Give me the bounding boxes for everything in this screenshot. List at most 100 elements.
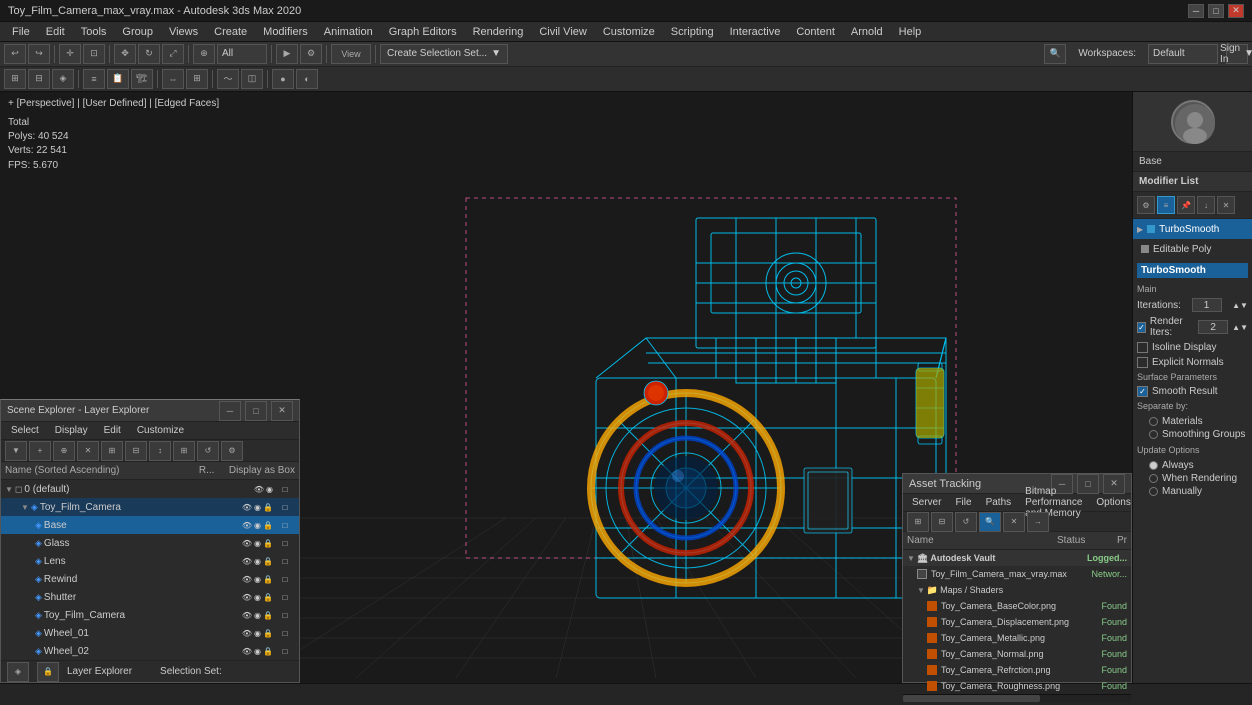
move-button[interactable]: ✥ <box>114 44 136 64</box>
menu-rendering[interactable]: Rendering <box>465 22 532 42</box>
se-collapse-all-btn[interactable]: ⊟ <box>125 441 147 461</box>
se-item-toy-film-camera-mesh[interactable]: ◈ Toy_Film_Camera 👁 ◉ 🔒 □ <box>1 606 299 624</box>
redo-button[interactable]: ↪ <box>28 44 50 64</box>
mod-tool-channel[interactable]: ≡ <box>1157 196 1175 214</box>
at-row-roughness[interactable]: Toy_Camera_Roughness.png Found <box>903 678 1131 694</box>
se-delete-btn[interactable]: ✕ <box>77 441 99 461</box>
maximize-button[interactable]: □ <box>1208 4 1224 18</box>
mod-tool-pin[interactable]: 📌 <box>1177 196 1195 214</box>
select-button[interactable]: ✛ <box>59 44 81 64</box>
at-row-metallic[interactable]: Toy_Camera_Metallic.png Found <box>903 630 1131 646</box>
scene-btn[interactable]: 🏗 <box>131 69 153 89</box>
menu-arnold[interactable]: Arnold <box>843 22 891 42</box>
menu-scripting[interactable]: Scripting <box>663 22 722 42</box>
se-add-selected-btn[interactable]: ⊕ <box>53 441 75 461</box>
se-menu-customize[interactable]: Customize <box>131 421 190 441</box>
at-menu-bitmap[interactable]: Bitmap Performance and Memory <box>1020 493 1087 513</box>
array-btn[interactable]: ⊞ <box>186 69 208 89</box>
se-shutter-checkbox[interactable]: □ <box>275 593 295 602</box>
se-new-layer-btn[interactable]: + <box>29 441 51 461</box>
menu-group[interactable]: Group <box>114 22 161 42</box>
ts-radio-smoothing-btn[interactable] <box>1149 430 1158 439</box>
at-row-vault[interactable]: ▼ 🏛 Autodesk Vault Logged... <box>903 550 1131 566</box>
se-filter-btn[interactable]: ▼ <box>5 441 27 461</box>
se-lens-checkbox[interactable]: □ <box>275 557 295 566</box>
workspaces-dropdown[interactable]: Default <box>1148 44 1218 64</box>
ts-radio-always[interactable]: Always <box>1149 459 1248 472</box>
asset-tracking-scrollbar[interactable] <box>903 694 1131 702</box>
menu-graph-editors[interactable]: Graph Editors <box>381 22 465 42</box>
menu-modifiers[interactable]: Modifiers <box>255 22 316 42</box>
material-editor-btn[interactable]: ● <box>272 69 294 89</box>
at-menu-paths[interactable]: Paths <box>981 493 1017 513</box>
se-wheel02-checkbox[interactable]: □ <box>275 647 295 656</box>
se-item-glass[interactable]: ◈ Glass 👁 ◉ 🔒 □ <box>1 534 299 552</box>
se-rewind-checkbox[interactable]: □ <box>275 575 295 584</box>
render-map-btn[interactable]: ◐ <box>296 69 318 89</box>
ts-radio-always-btn[interactable] <box>1149 461 1158 470</box>
at-tool-btn2[interactable]: ⊟ <box>931 512 953 532</box>
render-settings-button[interactable]: ⚙ <box>300 44 322 64</box>
se-menu-select[interactable]: Select <box>5 421 45 441</box>
se-footer-icon-btn[interactable]: ◈ <box>7 662 29 682</box>
mod-tool-delete[interactable]: ✕ <box>1217 196 1235 214</box>
ts-explicit-check[interactable] <box>1137 357 1148 368</box>
rotate-button[interactable]: ↻ <box>138 44 160 64</box>
at-row-maps-shaders[interactable]: ▼ 📁 Maps / Shaders <box>903 582 1131 598</box>
at-row-max-file[interactable]: Toy_Film_Camera_max_vray.max Networ... <box>903 566 1131 582</box>
modifier-editable-poly[interactable]: Editable Poly <box>1133 239 1252 259</box>
ts-isoline-check[interactable] <box>1137 342 1148 353</box>
search-button[interactable]: 🔍 <box>1044 44 1066 64</box>
ref-coord-button[interactable]: ⊕ <box>193 44 215 64</box>
layer-mgr-btn[interactable]: 📋 <box>107 69 129 89</box>
se-expand-all-btn[interactable]: ⊞ <box>101 441 123 461</box>
ts-radio-when-rendering[interactable]: When Rendering <box>1149 472 1248 485</box>
se-menu-edit[interactable]: Edit <box>98 421 127 441</box>
se-item-shutter[interactable]: ◈ Shutter 👁 ◉ 🔒 □ <box>1 588 299 606</box>
se-item-base[interactable]: ◈ Base 👁 ◉ 🔒 □ <box>1 516 299 534</box>
se-sort-btn[interactable]: ↕ <box>149 441 171 461</box>
at-tool-btn1[interactable]: ⊞ <box>907 512 929 532</box>
menu-tools[interactable]: Tools <box>73 22 115 42</box>
se-maximize-button[interactable]: □ <box>245 401 267 421</box>
at-row-refrction[interactable]: Toy_Camera_Refrction.png Found <box>903 662 1131 678</box>
at-row-normal[interactable]: Toy_Camera_Normal.png Found <box>903 646 1131 662</box>
menu-views[interactable]: Views <box>161 22 206 42</box>
se-sync-btn[interactable]: ↺ <box>197 441 219 461</box>
se-base-checkbox[interactable]: □ <box>275 521 295 530</box>
at-tool-btn5[interactable]: ✕ <box>1003 512 1025 532</box>
at-row-basecolor[interactable]: Toy_Camera_BaseColor.png Found <box>903 598 1131 614</box>
minimize-button[interactable]: ─ <box>1188 4 1204 18</box>
se-close-button[interactable]: ✕ <box>271 401 293 421</box>
menu-help[interactable]: Help <box>891 22 930 42</box>
at-menu-options[interactable]: Options <box>1091 493 1135 513</box>
at-tool-btn4[interactable]: 🔍 <box>979 512 1001 532</box>
ts-isoline-row[interactable]: Isoline Display <box>1137 340 1248 355</box>
ts-radio-materials-btn[interactable] <box>1149 417 1158 426</box>
se-group-checkbox[interactable]: □ <box>275 503 295 512</box>
at-menu-file[interactable]: File <box>950 493 976 513</box>
se-footer-lock-btn[interactable]: 🔒 <box>37 662 59 682</box>
ts-radio-manually[interactable]: Manually <box>1149 485 1248 498</box>
ts-render-iters-arrows[interactable]: ▲▼ <box>1232 323 1248 332</box>
se-wheel01-checkbox[interactable]: □ <box>275 629 295 638</box>
mod-tool-collapse[interactable]: ↓ <box>1197 196 1215 214</box>
filter-dropdown[interactable]: All <box>217 44 267 64</box>
mod-tool-configure[interactable]: ⚙ <box>1137 196 1155 214</box>
ts-radio-when-rendering-btn[interactable] <box>1149 474 1158 483</box>
se-options-btn[interactable]: ⚙ <box>221 441 243 461</box>
menu-file[interactable]: File <box>4 22 38 42</box>
ts-radio-materials[interactable]: Materials <box>1149 415 1248 428</box>
ts-radio-manually-btn[interactable] <box>1149 487 1158 496</box>
at-close-btn[interactable]: ✕ <box>1103 474 1125 494</box>
se-tfcm-checkbox[interactable]: □ <box>275 611 295 620</box>
se-item-checkbox[interactable]: □ <box>275 485 295 494</box>
select-region-button[interactable]: ⊡ <box>83 44 105 64</box>
align-btn[interactable]: ≡ <box>83 69 105 89</box>
se-item-rewind[interactable]: ◈ Rewind 👁 ◉ 🔒 □ <box>1 570 299 588</box>
menu-customize[interactable]: Customize <box>595 22 663 42</box>
menu-create[interactable]: Create <box>206 22 255 42</box>
se-glass-checkbox[interactable]: □ <box>275 539 295 548</box>
close-button[interactable]: ✕ <box>1228 4 1244 18</box>
menu-animation[interactable]: Animation <box>316 22 381 42</box>
